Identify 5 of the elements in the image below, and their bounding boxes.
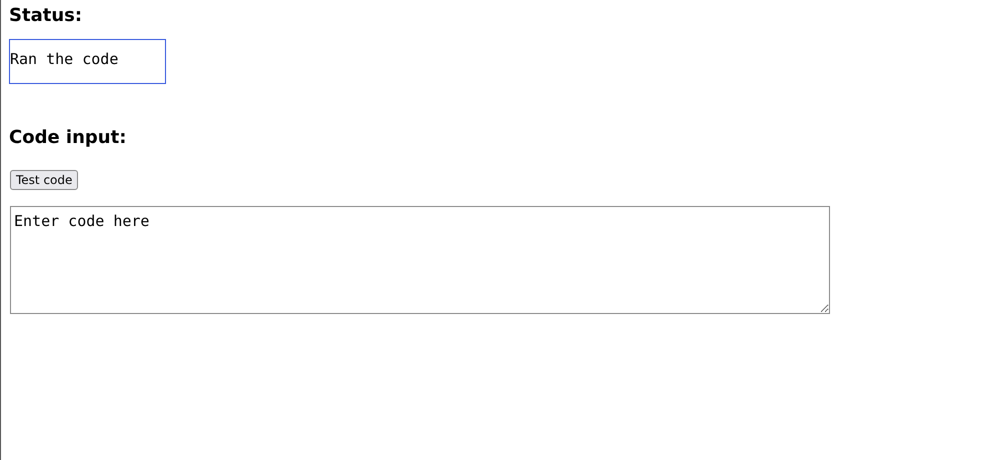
code-input-heading: Code input: <box>9 127 126 149</box>
status-heading: Status: <box>9 5 82 27</box>
code-input-field[interactable]: Enter code here <box>10 206 830 314</box>
status-box: Ran the code <box>9 39 166 84</box>
test-code-button[interactable]: Test code <box>10 170 78 190</box>
